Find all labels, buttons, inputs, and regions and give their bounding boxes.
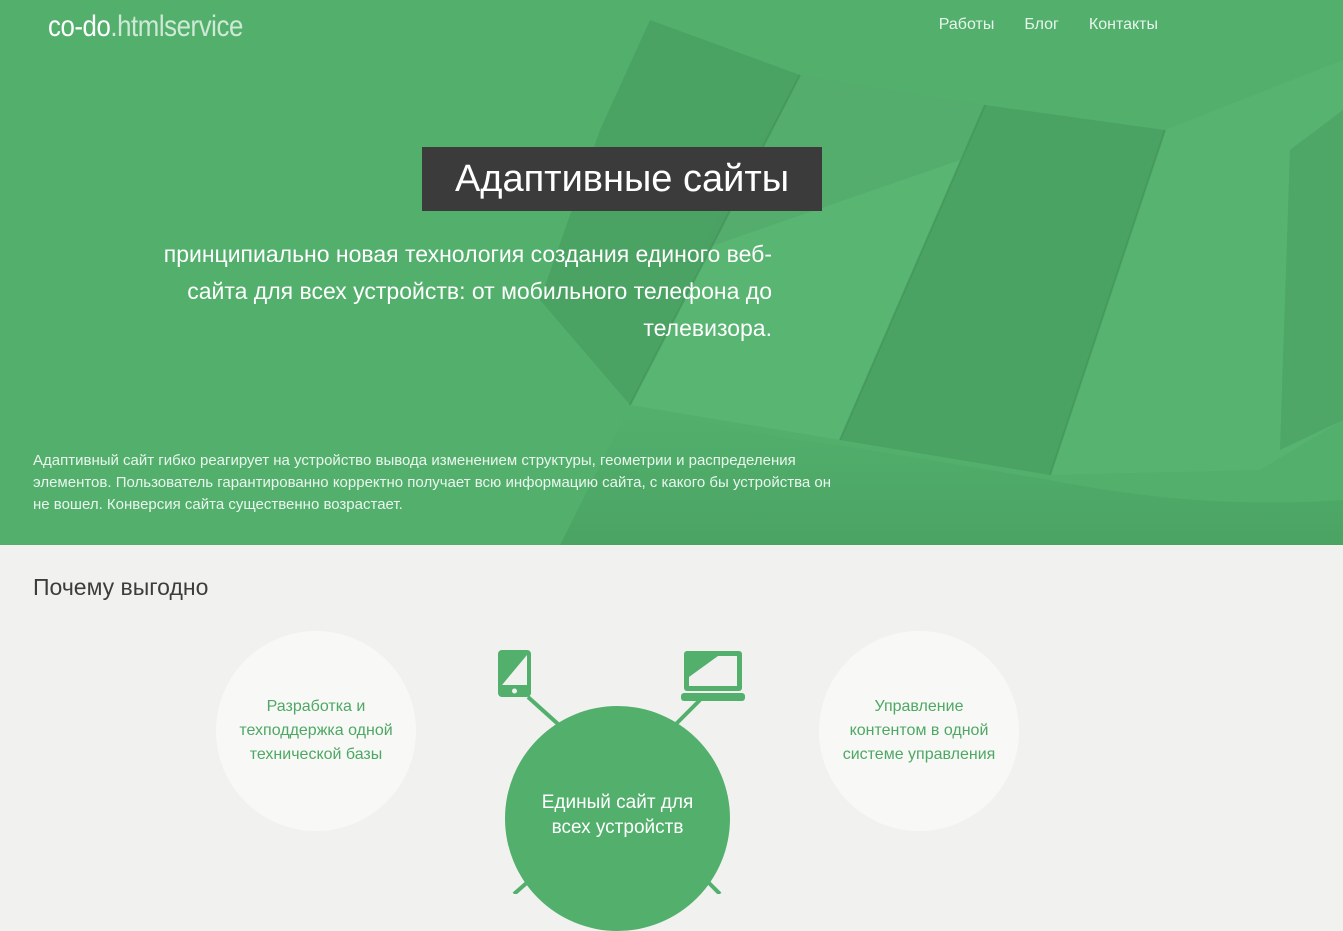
tablet-icon bbox=[498, 650, 531, 697]
benefit-circle-content-management: Управление контентом в одной системе упр… bbox=[819, 631, 1019, 831]
benefit-circle-main: Единый сайт для всех устройств bbox=[505, 706, 730, 931]
laptop-icon bbox=[681, 651, 745, 701]
benefit-circle-single-base: Разработка и техподдержка одной техничес… bbox=[216, 631, 416, 831]
benefit-center-text: Единый сайт для всех устройств bbox=[541, 792, 694, 838]
benefit-right-text: Управление контентом в одной системе упр… bbox=[842, 698, 996, 763]
benefit-left-text: Разработка и техподдержка одной техничес… bbox=[239, 698, 393, 763]
